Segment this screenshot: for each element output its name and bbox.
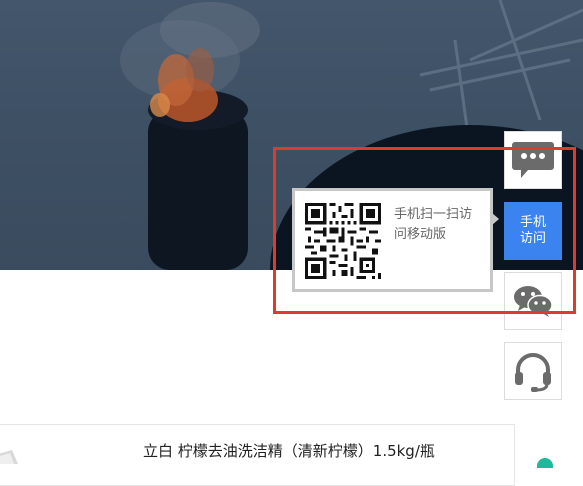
floating-green-button[interactable] (537, 458, 553, 468)
highlight-box (273, 147, 576, 314)
customer-service-button[interactable] (504, 342, 562, 400)
headset-icon (515, 353, 551, 392)
product-title[interactable]: 立白 柠檬去油洗洁精（清新柠檬）1.5kg/瓶 (143, 440, 435, 461)
product-thumbnail (0, 450, 18, 464)
